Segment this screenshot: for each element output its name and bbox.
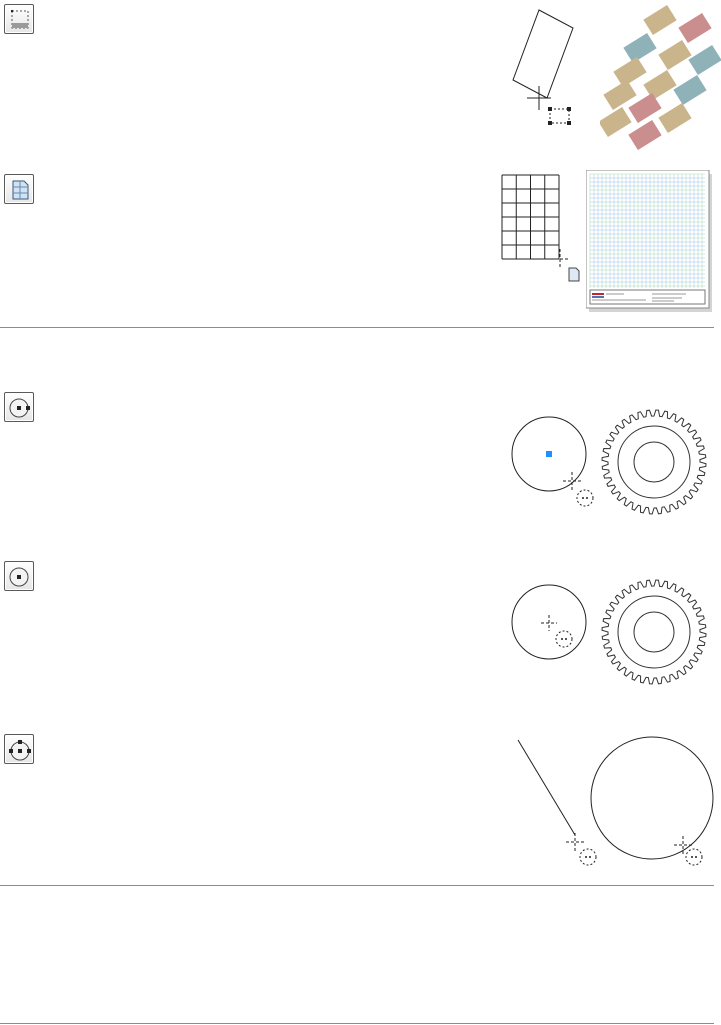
sheet-grid-illustration bbox=[586, 170, 712, 312]
footer-divider bbox=[0, 1023, 714, 1024]
circle-icon bbox=[9, 398, 30, 418]
brick bbox=[658, 102, 692, 134]
sheet-tool-button[interactable] bbox=[4, 174, 34, 204]
rectangle-tool-button[interactable] bbox=[4, 4, 34, 34]
rectangle-select-icon bbox=[11, 10, 29, 29]
brick bbox=[643, 4, 677, 36]
brick bbox=[600, 106, 632, 138]
gear-illustration-2 bbox=[601, 579, 707, 685]
gear-illustration bbox=[601, 409, 707, 515]
three-point-circle-tool-button[interactable] bbox=[4, 734, 34, 764]
three-point-circle-icon bbox=[9, 740, 31, 761]
brick bbox=[603, 79, 637, 111]
circle-center-icon bbox=[9, 567, 29, 587]
brick bbox=[623, 32, 657, 64]
brick bbox=[658, 39, 692, 71]
brick bbox=[628, 119, 662, 150]
circle-center-drawing-illustration bbox=[511, 584, 587, 660]
three-point-circle-drawing-illustration bbox=[517, 736, 714, 866]
section-divider bbox=[0, 885, 714, 886]
circle-center-tool-button[interactable] bbox=[4, 561, 34, 591]
sheet-icon bbox=[12, 180, 29, 200]
brick bbox=[688, 44, 721, 76]
brick bbox=[673, 74, 707, 106]
brick bbox=[678, 12, 712, 44]
section-divider bbox=[0, 327, 714, 328]
rotated-bricks-illustration bbox=[600, 4, 721, 150]
rectangle-drawing-illustration bbox=[512, 9, 574, 125]
brick bbox=[613, 56, 647, 88]
circle-drawing-illustration bbox=[511, 416, 594, 507]
grid-placement-illustration bbox=[501, 174, 580, 282]
circle-tool-button[interactable] bbox=[4, 392, 34, 422]
